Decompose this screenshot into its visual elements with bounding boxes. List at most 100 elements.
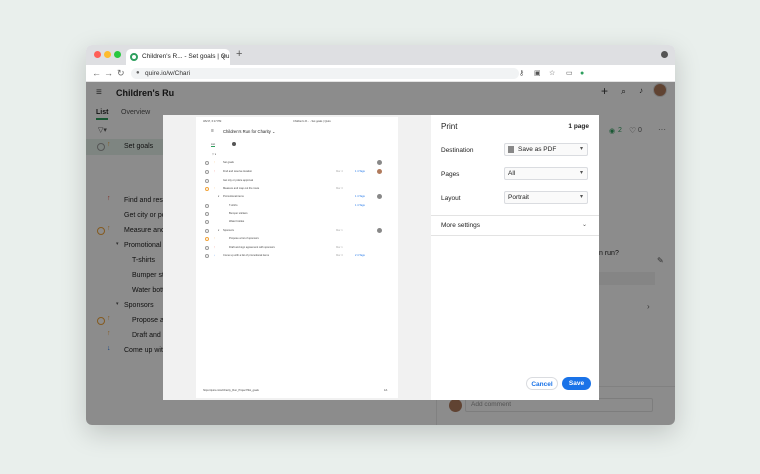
preview-priority-icon: ↑ [214, 237, 216, 240]
divider [431, 235, 599, 236]
layout-value: Portrait [508, 194, 529, 201]
preview-avatar [377, 194, 382, 199]
preview-priority-icon: ↑ [214, 161, 216, 164]
preview-checkbox [205, 229, 209, 233]
preview-row-label: Bumper stickers [229, 212, 248, 215]
app-content: ≡ Children's Ru List Overview ▽▾ ↑ Set g… [86, 82, 675, 425]
close-window-button[interactable] [94, 51, 101, 58]
quire-logo-icon [130, 53, 138, 61]
chevron-down-icon: ⌄ [581, 222, 587, 228]
more-settings-label: More settings [441, 222, 481, 229]
preview-row-tag: Mar 4 [336, 170, 343, 173]
url-text: quire.io/w/Chari [145, 70, 191, 77]
more-settings-row[interactable]: More settings ⌄ [431, 217, 599, 233]
preview-checkbox [205, 161, 209, 165]
preview-row-label: Promotional items [223, 195, 244, 198]
preview-priority-icon: ↓ [214, 254, 216, 257]
preview-header-title: Children's R... - Set goals | Quire [293, 120, 331, 123]
destination-value: Save as PDF [518, 146, 557, 153]
preview-date: 3/6/17, 6:17 PM [203, 120, 222, 123]
preview-priority-icon: ↑ [214, 246, 216, 249]
preview-checkbox [205, 212, 209, 216]
translate-icon[interactable]: ▣ [534, 68, 541, 79]
extension-icon[interactable]: ● [580, 68, 584, 79]
preview-checkbox [205, 220, 209, 224]
divider [431, 215, 599, 216]
browser-close-icon[interactable] [661, 51, 668, 58]
preview-row-tags: 1 4 Tags [355, 170, 365, 173]
preview-row-label: Come up with a list of promotional items [223, 254, 269, 257]
layout-select[interactable]: Portrait ▾ [504, 191, 588, 204]
print-title: Print [441, 122, 458, 131]
maximize-window-button[interactable] [114, 51, 121, 58]
tab-bar: Children's R... - Set goals | Qu × + [86, 45, 675, 65]
print-preview: 3/6/17, 6:17 PM Children's R... - Set go… [163, 115, 431, 400]
preview-row-label: Propose a list of sponsors [229, 237, 259, 240]
preview-row-label: Measure and map out the route [223, 187, 260, 190]
bookmark-star-icon[interactable]: ☆ [549, 68, 555, 79]
pages-value: All [508, 170, 516, 177]
preview-footer-url: https://quire.io/w/Charity_Run_Project?l… [203, 389, 259, 392]
tab-title: Children's R... - Set goals | Qu [142, 53, 230, 60]
preview-caret-icon: ▾ [218, 195, 220, 198]
preview-row-label: Set goals [223, 161, 234, 164]
preview-filter-icon: ▽ ▾ [212, 153, 217, 156]
preview-row-tag: Mar 3 [336, 254, 343, 257]
preview-row-label: Get city or police approval [223, 179, 253, 182]
pages-select[interactable]: All ▾ [504, 167, 588, 180]
preview-row-label: Water bottles [229, 220, 245, 223]
pages-label: Pages [441, 171, 460, 178]
preview-checkbox [205, 237, 209, 241]
preview-caret-icon: ▾ [218, 229, 220, 232]
preview-row-tags: 1 4 Tags [355, 204, 365, 207]
minimize-window-button[interactable] [104, 51, 111, 58]
preview-checkbox [205, 170, 209, 174]
preview-checkbox [205, 204, 209, 208]
preview-project-title: Children's Run for Charity ⌄ [223, 129, 276, 134]
new-tab-button[interactable]: + [236, 47, 242, 61]
preview-row-tags: 2 4 Tags [355, 254, 365, 257]
save-button[interactable]: Save [562, 377, 591, 390]
back-icon[interactable]: ← [92, 67, 101, 79]
preview-page: 3/6/17, 6:17 PM Children's R... - Set go… [196, 117, 398, 398]
destination-select[interactable]: Save as PDF ▾ [504, 143, 588, 156]
preview-row-tag: Mar 1 [336, 246, 343, 249]
preview-checkbox [205, 187, 209, 191]
browser-toolbar: ← → ↻ ● quire.io/w/Chari ⚷ ▣ ☆ ▭ ● [86, 65, 675, 82]
preview-row-label: Draft and sign agreement with sponsors [229, 246, 275, 249]
preview-avatar [377, 169, 382, 174]
forward-icon[interactable]: → [104, 67, 113, 79]
key-icon[interactable]: ⚷ [519, 68, 524, 79]
reload-icon[interactable]: ↻ [117, 67, 125, 79]
preview-checkbox [205, 254, 209, 258]
preview-menu-icon: ≡ [211, 128, 214, 134]
preview-row-label: Sponsors [223, 229, 234, 232]
cancel-button[interactable]: Cancel [526, 377, 558, 390]
preview-row-tags: 1 4 Tags [355, 195, 365, 198]
preview-avatar [377, 228, 382, 233]
preview-footer-page: 1/1 [384, 389, 388, 392]
address-bar[interactable]: ● quire.io/w/Chari [131, 68, 519, 79]
reader-icon[interactable]: ▭ [566, 68, 573, 79]
print-settings-panel: Print 1 page Destination Save as PDF ▾ P… [431, 115, 599, 400]
tab-close-icon[interactable]: × [221, 49, 226, 65]
preview-checkbox [205, 246, 209, 250]
preview-priority-icon: ↑ [214, 187, 216, 190]
preview-priority-icon: ↑ [214, 170, 216, 173]
preview-tab: List [211, 143, 216, 147]
lock-icon: ● [136, 70, 140, 76]
chevron-down-icon: ▾ [579, 194, 583, 200]
preview-row-label: T-shirts [229, 204, 238, 207]
chevron-down-icon: ▾ [579, 146, 583, 152]
pdf-file-icon [508, 145, 514, 153]
chevron-down-icon: ▾ [579, 170, 583, 176]
preview-checkbox [205, 179, 209, 183]
destination-label: Destination [441, 147, 474, 154]
preview-avatar [377, 160, 382, 165]
page-count: 1 page [568, 123, 589, 130]
preview-row-tag: Mar 1 [336, 229, 343, 232]
preview-eye-icon [232, 142, 236, 146]
layout-label: Layout [441, 195, 461, 202]
browser-window: Children's R... - Set goals | Qu × + ← →… [86, 45, 675, 425]
browser-tab[interactable]: Children's R... - Set goals | Qu × [126, 49, 230, 65]
